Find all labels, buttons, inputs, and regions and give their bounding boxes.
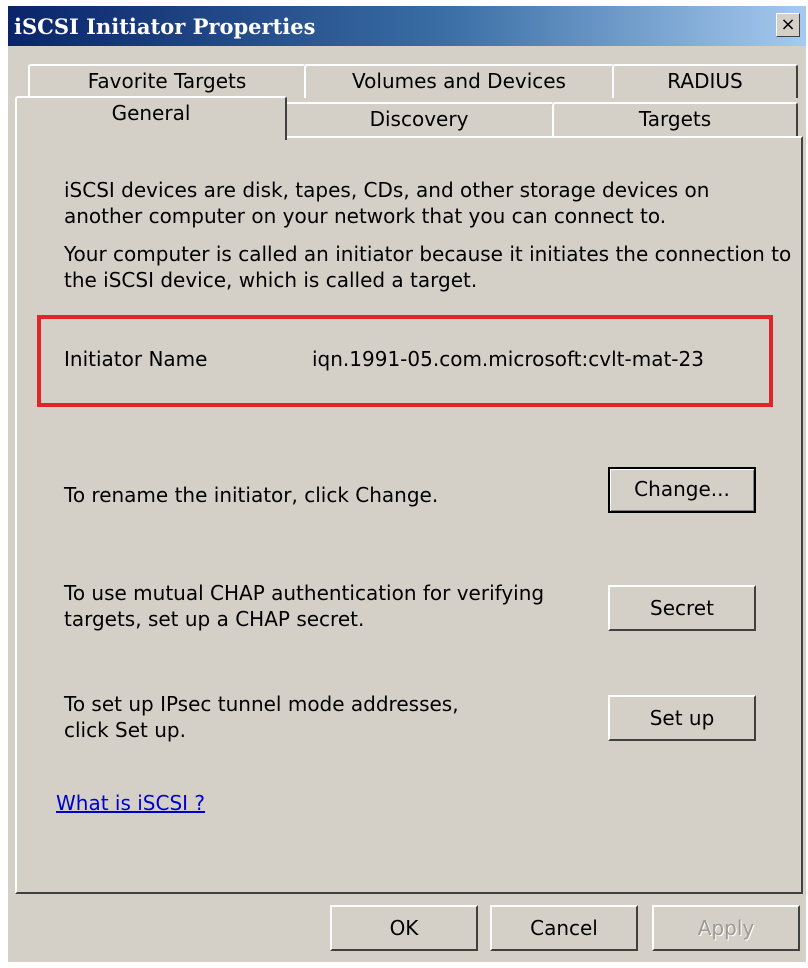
iscsi-initiator-dialog: iSCSI Initiator Properties × Favorite Ta…: [8, 6, 806, 962]
tab-favorite-targets[interactable]: Favorite Targets: [28, 64, 306, 98]
tab-label: Targets: [638, 107, 712, 131]
intro-text-line2: another computer on your network that yo…: [64, 204, 667, 228]
what-is-iscsi-link[interactable]: What is iSCSI ?: [56, 791, 205, 815]
close-icon: ×: [780, 14, 796, 35]
tab-label: RADIUS: [667, 69, 743, 93]
window-title: iSCSI Initiator Properties: [14, 14, 316, 39]
chap-instruction-line1: To use mutual CHAP authentication for ve…: [64, 581, 545, 605]
apply-button-label: Apply: [697, 916, 755, 940]
secret-button-label: Secret: [650, 596, 714, 620]
initiator-description-line2: the iSCSI device, which is called a targ…: [64, 268, 478, 292]
apply-button[interactable]: Apply: [652, 905, 800, 951]
tab-label: Favorite Targets: [87, 69, 247, 93]
tab-radius[interactable]: RADIUS: [612, 64, 798, 98]
change-button-label: Change...: [634, 477, 730, 501]
tab-label: Volumes and Devices: [352, 69, 566, 93]
setup-button-label: Set up: [649, 706, 715, 730]
rename-instruction: To rename the initiator, click Change.: [64, 483, 439, 507]
ipsec-instruction-line1: To set up IPsec tunnel mode addresses,: [64, 692, 459, 716]
title-bar[interactable]: iSCSI Initiator Properties ×: [8, 6, 806, 46]
initiator-description-line1: Your computer is called an initiator bec…: [64, 242, 792, 266]
close-button[interactable]: ×: [776, 13, 800, 37]
chap-instruction-line2: targets, set up a CHAP secret.: [64, 607, 365, 631]
ok-button[interactable]: OK: [330, 905, 478, 951]
tab-general[interactable]: General: [15, 96, 287, 140]
tab-targets[interactable]: Targets: [552, 102, 798, 136]
change-button[interactable]: Change...: [608, 467, 756, 513]
ok-button-label: OK: [389, 916, 419, 940]
secret-button[interactable]: Secret: [608, 585, 756, 631]
initiator-name-value: iqn.1991-05.com.microsoft:cvlt-mat-23: [312, 347, 704, 371]
cancel-button[interactable]: Cancel: [490, 905, 638, 951]
intro-text-line1: iSCSI devices are disk, tapes, CDs, and …: [64, 178, 710, 202]
tab-label: Discovery: [369, 107, 469, 131]
tab-label: General: [111, 101, 191, 125]
cancel-button-label: Cancel: [530, 916, 598, 940]
tab-volumes-and-devices[interactable]: Volumes and Devices: [304, 64, 614, 98]
initiator-name-label: Initiator Name: [64, 347, 208, 371]
setup-button[interactable]: Set up: [608, 695, 756, 741]
tab-discovery[interactable]: Discovery: [284, 102, 554, 136]
ipsec-instruction-line2: click Set up.: [64, 718, 186, 742]
